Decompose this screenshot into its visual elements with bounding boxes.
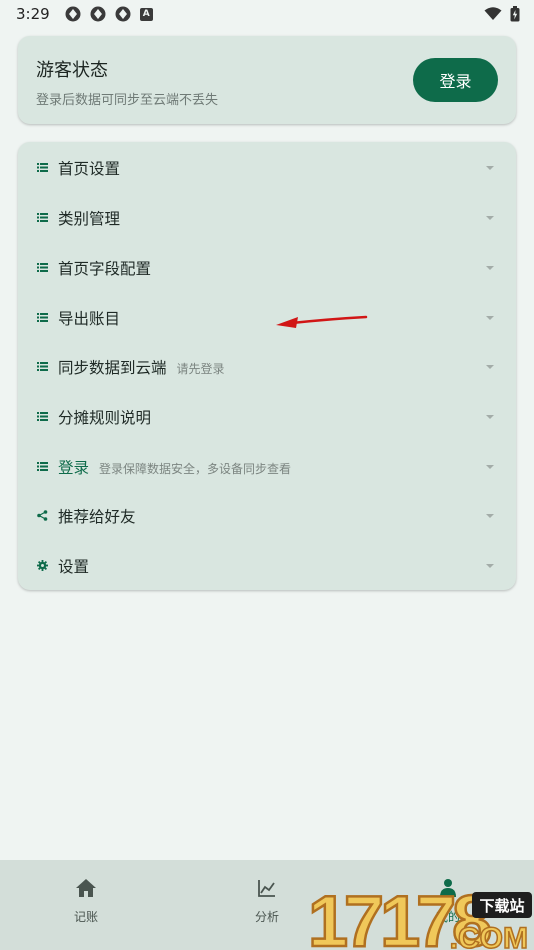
list-icon: [37, 263, 48, 272]
guest-status-subtitle: 登录后数据可同步至云端不丢失: [36, 93, 219, 108]
nav-tab-label: 分析: [254, 910, 279, 924]
battery-icon: [510, 6, 520, 22]
menu-item-label: 首页设置: [58, 160, 121, 178]
menu-item-label-wrap: 同步数据到云端 请先登录: [58, 356, 225, 378]
menu-item-label: 导出账目: [58, 310, 121, 328]
status-time: 3:29: [16, 5, 50, 23]
list-icon: [37, 362, 48, 371]
menu-item-sync-cloud[interactable]: 同步数据到云端 请先登录: [18, 342, 516, 392]
list-icon: [37, 313, 48, 322]
nav-tab-label: 记账: [73, 910, 98, 924]
list-icon: [37, 213, 48, 222]
list-icon: [37, 462, 48, 471]
menu-item-label: 首页字段配置: [58, 260, 152, 278]
status-bar: 3:29 A: [0, 0, 534, 28]
chevron-down-icon: [486, 216, 494, 220]
menu-item-label-wrap: 登录 登录保障数据安全，多设备同步查看: [58, 456, 291, 478]
menu-item-home-field-config[interactable]: 首页字段配置: [18, 243, 516, 293]
menu-item-label: 登录: [58, 459, 90, 477]
chevron-down-icon: [486, 514, 494, 518]
chevron-down-icon: [486, 166, 494, 170]
nav-tab-bookkeeping[interactable]: 记账: [46, 878, 126, 938]
app-notification-icon: [115, 6, 131, 22]
guest-status-title: 游客状态: [36, 60, 108, 81]
menu-item-hint: 登录保障数据安全，多设备同步查看: [99, 462, 292, 476]
settings-menu: 首页设置 类别管理 首页字段配置 导出账目 同步数据到云端 请先登录 分摊规则说…: [18, 142, 516, 590]
wifi-icon: [484, 7, 502, 20]
menu-item-label: 推荐给好友: [58, 508, 136, 526]
chevron-down-icon: [486, 415, 494, 419]
menu-item-label: 同步数据到云端: [58, 359, 167, 377]
menu-item-split-rules[interactable]: 分摊规则说明: [18, 392, 516, 442]
menu-item-hint: 请先登录: [176, 362, 225, 376]
menu-item-home-settings[interactable]: 首页设置: [18, 143, 516, 193]
menu-item-login[interactable]: 登录 登录保障数据安全，多设备同步查看: [18, 442, 516, 492]
chevron-down-icon: [486, 465, 494, 469]
app-notification-icon: [90, 6, 106, 22]
nav-tab-analysis[interactable]: 分析: [227, 878, 307, 938]
menu-item-label: 分摊规则说明: [58, 409, 152, 427]
watermark-domain: .COM: [450, 922, 528, 950]
watermark-logo: 17178 下载站 .COM: [307, 882, 532, 950]
annotation-arrow: [276, 315, 368, 328]
chevron-down-icon: [486, 564, 494, 568]
menu-item-settings[interactable]: 设置: [18, 541, 516, 591]
watermark-badge: 下载站: [479, 897, 524, 915]
text-notification-icon: A: [139, 7, 153, 21]
menu-item-category-management[interactable]: 类别管理: [18, 193, 516, 243]
app-notification-icon: [65, 6, 81, 22]
menu-item-export-accounts[interactable]: 导出账目: [18, 293, 516, 343]
chevron-down-icon: [486, 266, 494, 270]
share-icon: [37, 510, 48, 521]
chevron-down-icon: [486, 365, 494, 369]
list-icon: [37, 163, 48, 172]
list-icon: [37, 412, 48, 421]
chart-icon: [258, 880, 275, 897]
menu-item-recommend[interactable]: 推荐给好友: [18, 491, 516, 541]
login-button[interactable]: 登录: [413, 58, 498, 102]
menu-item-label: 设置: [58, 558, 90, 576]
chevron-down-icon: [486, 316, 494, 320]
menu-item-label: 类别管理: [58, 210, 121, 228]
guest-status-card: 游客状态 登录后数据可同步至云端不丢失 登录: [18, 36, 516, 124]
home-icon: [76, 879, 96, 897]
gear-icon: [37, 560, 48, 571]
